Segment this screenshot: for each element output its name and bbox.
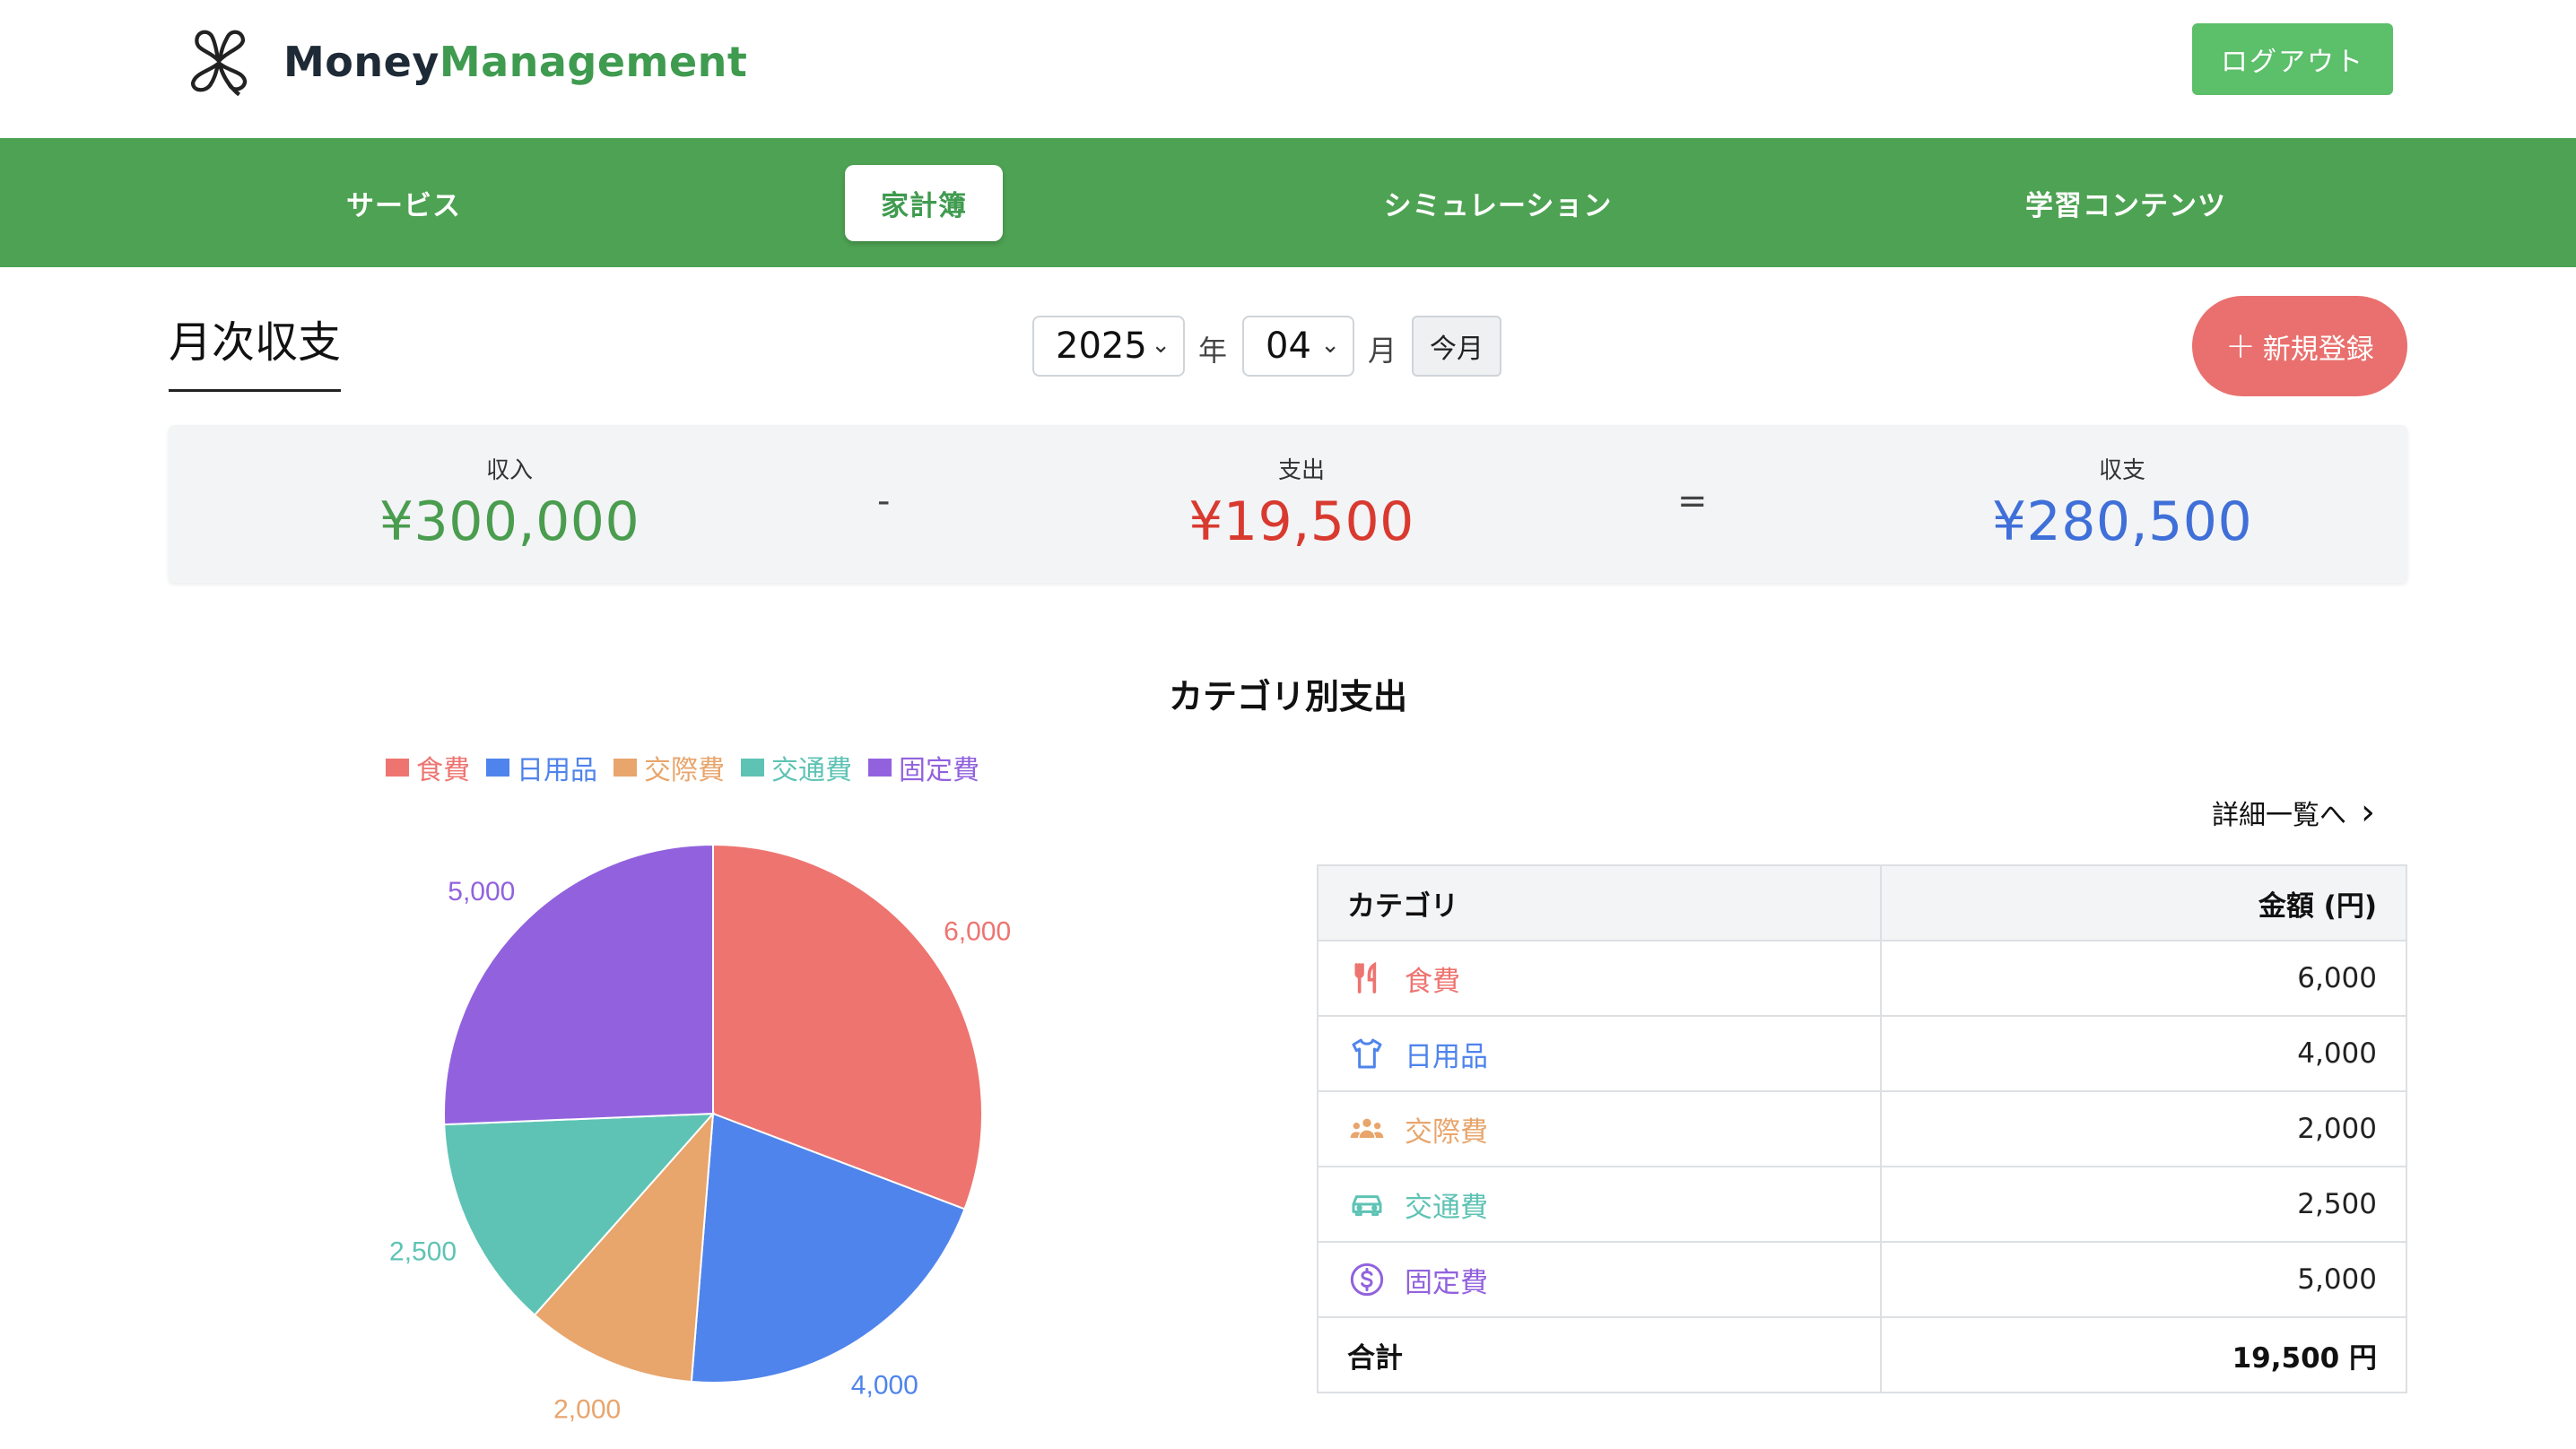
amount-cell: 2,000 xyxy=(1880,1090,2407,1167)
logo[interactable]: MoneyManagement xyxy=(179,23,747,100)
legend-label: 交通費 xyxy=(771,755,852,786)
main-nav: サービス 家計簿 シミュレーション 学習コンテンツ xyxy=(0,138,2576,267)
minus-sign: - xyxy=(877,481,891,522)
category-cell: 食費 xyxy=(1317,940,1882,1017)
category-cell: 固定費 xyxy=(1317,1241,1882,1318)
brand-part-money: Money xyxy=(283,38,439,86)
nav-item-learning[interactable]: 学習コンテンツ xyxy=(1991,138,2260,267)
legend-item[interactable]: 固定費 xyxy=(868,748,979,787)
nav-item-label: 学習コンテンツ xyxy=(2025,189,2226,222)
chevron-down-icon: ⌄ xyxy=(1151,332,1171,359)
nav-item-services[interactable]: サービス xyxy=(269,138,538,267)
detail-list-label: 詳細一覧へ xyxy=(2212,800,2346,831)
legend-swatch xyxy=(614,759,637,777)
logout-button[interactable]: ログアウト xyxy=(2192,23,2393,95)
category-name: 日用品 xyxy=(1405,1040,1488,1073)
top-header: MoneyManagement ログアウト xyxy=(0,0,2576,138)
page-title: 月次収支 xyxy=(169,307,342,392)
expense-pie-chart: 6,000 4,000 2,000 2,500 5,000 xyxy=(389,843,1011,1424)
legend-swatch xyxy=(486,759,509,777)
new-entry-label: 新規登録 xyxy=(2262,333,2374,366)
total-label: 合計 xyxy=(1317,1316,1882,1393)
nav-item-label: サービス xyxy=(346,189,461,222)
shirt-icon xyxy=(1347,1034,1387,1073)
expense-summary: 支出 ¥19,500 xyxy=(1122,452,1481,553)
category-name: 交通費 xyxy=(1405,1191,1488,1224)
nav-item-label: シミュレーション xyxy=(1383,189,1613,222)
legend-item[interactable]: 日用品 xyxy=(486,748,597,787)
nav-item-household-book[interactable]: 家計簿 xyxy=(789,138,1058,267)
brand-name: MoneyManagement xyxy=(283,38,747,86)
balance-label: 収支 xyxy=(2098,457,2145,484)
brand-part-management: Management xyxy=(439,38,748,86)
table-row[interactable]: 日用品 4,000 xyxy=(1317,1015,2407,1092)
pie-data-label: 5,000 xyxy=(448,877,515,907)
equals-sign: = xyxy=(1677,481,1708,522)
table-row[interactable]: 固定費 5,000 xyxy=(1317,1241,2407,1318)
year-unit-label: 年 xyxy=(1198,334,1228,368)
year-select-value: 2025 xyxy=(1056,325,1147,367)
balance-value: ¥280,500 xyxy=(1991,490,2253,553)
car-icon xyxy=(1347,1184,1387,1224)
category-cell: 交際費 xyxy=(1317,1090,1882,1167)
month-select-value: 04 xyxy=(1266,325,1311,367)
plus-icon: + xyxy=(2225,325,2256,367)
legend-item[interactable]: 交通費 xyxy=(741,748,852,787)
legend-item[interactable]: 交際費 xyxy=(614,748,725,787)
table-row[interactable]: 食費 6,000 xyxy=(1317,940,2407,1017)
chevron-down-icon: ⌄ xyxy=(1320,332,1340,359)
pie-data-label: 4,000 xyxy=(851,1371,918,1401)
detail-list-link[interactable]: 詳細一覧へ › xyxy=(2212,793,2375,832)
month-unit-label: 月 xyxy=(1368,334,1397,368)
clover-icon xyxy=(190,30,248,97)
chevron-right-icon: › xyxy=(2361,792,2375,833)
category-name: 固定費 xyxy=(1405,1266,1488,1299)
pie-data-label: 6,000 xyxy=(944,917,1011,947)
category-cell: 日用品 xyxy=(1317,1015,1882,1092)
nav-item-label: 家計簿 xyxy=(845,164,1003,241)
chart-legend: 食費 日用品 交際費 交通費 固定費 xyxy=(386,748,996,787)
amount-cell: 4,000 xyxy=(1880,1015,2407,1092)
category-cell: 交通費 xyxy=(1317,1166,1882,1243)
people-icon xyxy=(1347,1109,1387,1149)
amount-cell: 5,000 xyxy=(1880,1241,2407,1318)
legend-label: 交際費 xyxy=(644,755,725,786)
amount-cell: 2,500 xyxy=(1880,1166,2407,1243)
pie-data-label: 2,500 xyxy=(389,1236,457,1266)
month-select[interactable]: 04 ⌄ xyxy=(1242,316,1354,377)
category-expense-table: カテゴリ 金額 (円) 食費 6,000 日用品 4,000 交際費 2,000 交通費 2,… xyxy=(1317,864,2407,1393)
legend-label: 食費 xyxy=(416,755,470,786)
income-label: 収入 xyxy=(485,457,533,484)
table-row[interactable]: 交通費 2,500 xyxy=(1317,1166,2407,1243)
legend-item[interactable]: 食費 xyxy=(386,748,470,787)
year-select[interactable]: 2025 ⌄ xyxy=(1032,316,1185,377)
pie-data-label: 2,000 xyxy=(553,1394,621,1424)
column-header-category: カテゴリ xyxy=(1317,864,1882,941)
legend-swatch xyxy=(386,759,409,777)
chart-title: カテゴリ別支出 xyxy=(1168,677,1407,716)
category-name: 交際費 xyxy=(1405,1115,1488,1149)
income-summary: 収入 ¥300,000 xyxy=(330,452,689,553)
table-row[interactable]: 交際費 2,000 xyxy=(1317,1090,2407,1167)
total-value: 19,500 円 xyxy=(1880,1316,2407,1393)
expense-label: 支出 xyxy=(1277,457,1325,484)
dollar-icon xyxy=(1347,1260,1387,1299)
new-entry-button[interactable]: + 新規登録 xyxy=(2192,296,2407,396)
income-value: ¥300,000 xyxy=(379,490,640,553)
total-row: 合計 19,500 円 xyxy=(1317,1316,2407,1393)
legend-label: 固定費 xyxy=(899,755,979,786)
legend-label: 日用品 xyxy=(517,755,597,786)
amount-cell: 6,000 xyxy=(1880,940,2407,1017)
category-name: 食費 xyxy=(1405,965,1460,998)
balance-summary: 収支 ¥280,500 xyxy=(1934,452,2311,553)
this-month-button[interactable]: 今月 xyxy=(1412,316,1501,377)
fork-knife-icon xyxy=(1347,959,1387,998)
legend-swatch xyxy=(868,759,892,777)
monthly-summary: 収入 ¥300,000 - 支出 ¥19,500 = 収支 ¥280,500 xyxy=(169,425,2407,583)
legend-swatch xyxy=(741,759,764,777)
table-header-row: カテゴリ 金額 (円) xyxy=(1317,864,2407,941)
nav-item-simulation[interactable]: シミュレーション xyxy=(1327,138,1668,267)
expense-value: ¥19,500 xyxy=(1188,490,1414,553)
column-header-amount: 金額 (円) xyxy=(1880,864,2407,941)
